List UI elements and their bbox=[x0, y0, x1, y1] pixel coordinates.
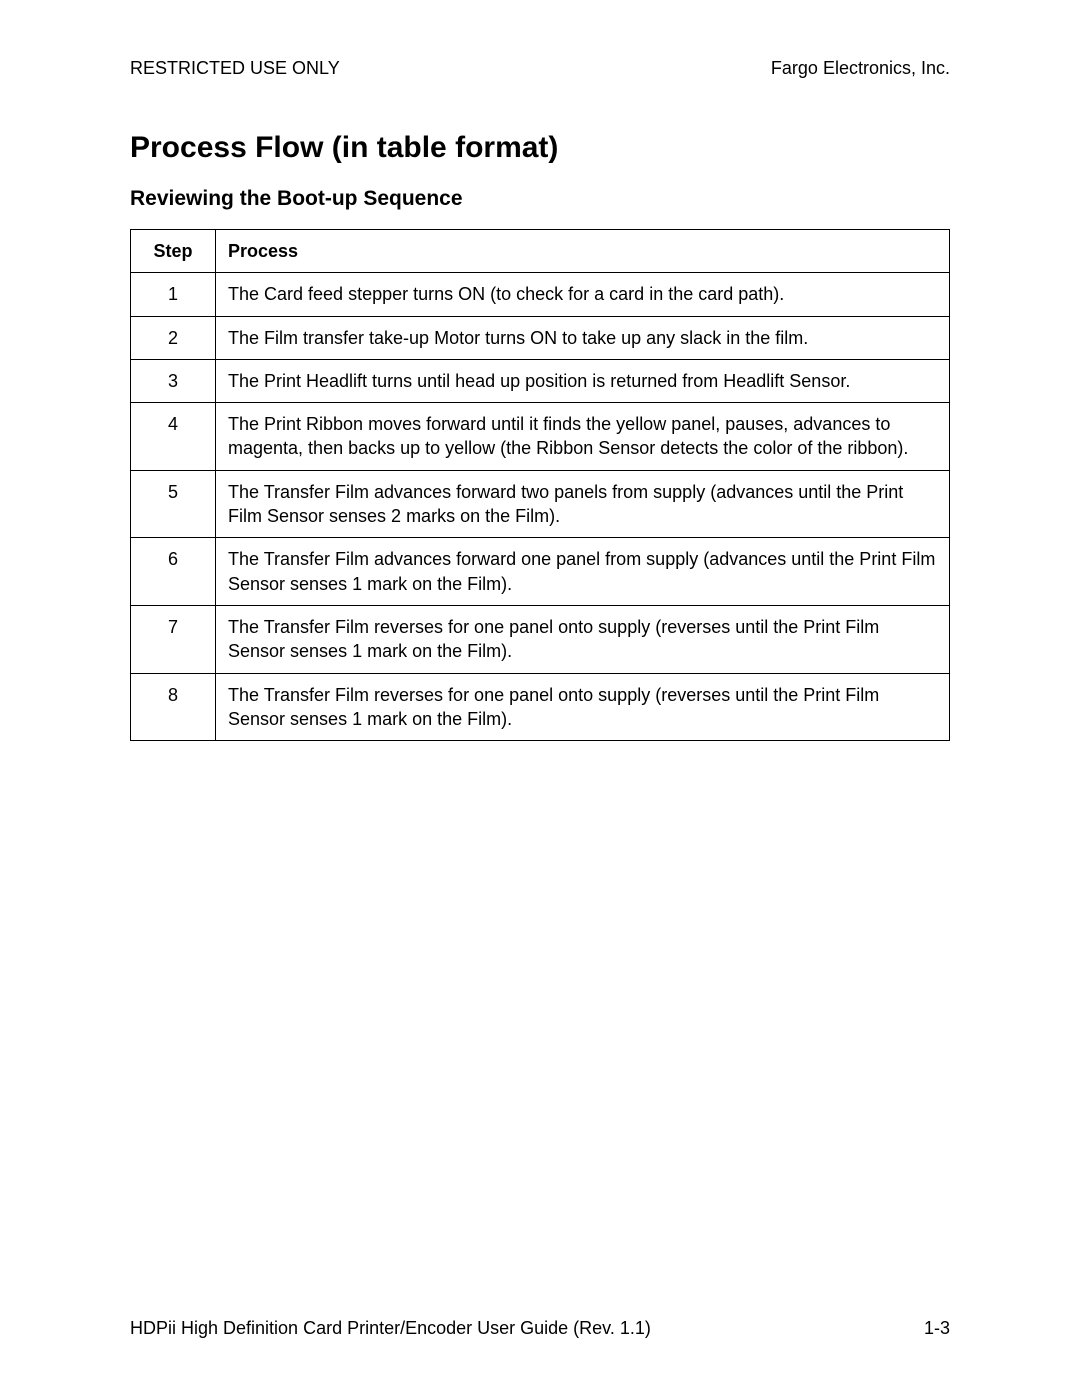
page-header: RESTRICTED USE ONLY Fargo Electronics, I… bbox=[130, 58, 950, 79]
cell-step: 4 bbox=[131, 403, 216, 471]
table-row: 1 The Card feed stepper turns ON (to che… bbox=[131, 273, 950, 316]
table-row: 7 The Transfer Film reverses for one pan… bbox=[131, 605, 950, 673]
cell-step: 8 bbox=[131, 673, 216, 741]
cell-process: The Transfer Film reverses for one panel… bbox=[216, 605, 950, 673]
cell-process: The Film transfer take-up Motor turns ON… bbox=[216, 316, 950, 359]
page-title: Process Flow (in table format) bbox=[130, 131, 950, 165]
process-table: Step Process 1 The Card feed stepper tur… bbox=[130, 229, 950, 741]
cell-step: 7 bbox=[131, 605, 216, 673]
footer-right: 1-3 bbox=[924, 1318, 950, 1339]
cell-step: 3 bbox=[131, 359, 216, 402]
cell-step: 1 bbox=[131, 273, 216, 316]
cell-process: The Print Headlift turns until head up p… bbox=[216, 359, 950, 402]
table-row: 8 The Transfer Film reverses for one pan… bbox=[131, 673, 950, 741]
cell-process: The Transfer Film advances forward one p… bbox=[216, 538, 950, 606]
table-row: 2 The Film transfer take-up Motor turns … bbox=[131, 316, 950, 359]
table-row: 5 The Transfer Film advances forward two… bbox=[131, 470, 950, 538]
cell-process: The Transfer Film reverses for one panel… bbox=[216, 673, 950, 741]
header-process: Process bbox=[216, 230, 950, 273]
cell-step: 2 bbox=[131, 316, 216, 359]
section-title: Reviewing the Boot-up Sequence bbox=[130, 187, 950, 211]
cell-process: The Transfer Film advances forward two p… bbox=[216, 470, 950, 538]
page-footer: HDPii High Definition Card Printer/Encod… bbox=[130, 1318, 950, 1339]
cell-process: The Card feed stepper turns ON (to check… bbox=[216, 273, 950, 316]
cell-step: 5 bbox=[131, 470, 216, 538]
table-row: 3 The Print Headlift turns until head up… bbox=[131, 359, 950, 402]
header-right: Fargo Electronics, Inc. bbox=[771, 58, 950, 79]
cell-step: 6 bbox=[131, 538, 216, 606]
header-left: RESTRICTED USE ONLY bbox=[130, 58, 340, 79]
header-step: Step bbox=[131, 230, 216, 273]
cell-process: The Print Ribbon moves forward until it … bbox=[216, 403, 950, 471]
footer-left: HDPii High Definition Card Printer/Encod… bbox=[130, 1318, 651, 1339]
table-row: 4 The Print Ribbon moves forward until i… bbox=[131, 403, 950, 471]
table-header-row: Step Process bbox=[131, 230, 950, 273]
table-row: 6 The Transfer Film advances forward one… bbox=[131, 538, 950, 606]
